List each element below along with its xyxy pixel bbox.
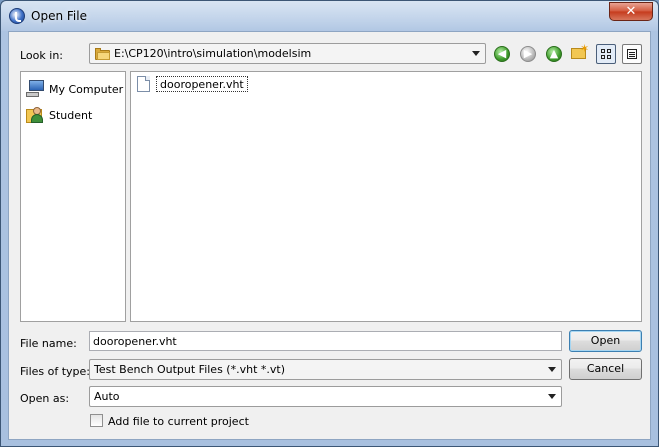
- back-button[interactable]: ◀: [493, 45, 511, 63]
- add-to-project-checkbox[interactable]: [90, 414, 103, 427]
- file-icon: [137, 76, 150, 92]
- list-view-icon: [601, 49, 611, 59]
- sidebar-item-label: Student: [49, 109, 93, 122]
- open-file-dialog: Open File ✕ Look in: E:\CP120\intro\simu…: [0, 0, 659, 447]
- open-as-combo[interactable]: Auto: [89, 386, 562, 407]
- list-view-button[interactable]: [596, 44, 616, 64]
- look-in-label: Look in:: [20, 49, 63, 62]
- detail-view-icon: [627, 49, 637, 59]
- back-icon: ◀: [497, 47, 507, 60]
- file-name: dooropener.vht: [156, 76, 248, 92]
- title-bar[interactable]: Open File ✕: [1, 1, 658, 31]
- up-folder-icon: ▲: [549, 47, 559, 60]
- chevron-down-icon: [548, 394, 556, 399]
- look-in-combo[interactable]: E:\CP120\intro\simulation\modelsim: [89, 43, 486, 64]
- open-button[interactable]: Open: [569, 330, 642, 352]
- computer-icon: [26, 79, 46, 99]
- new-folder-star-icon: ✶: [580, 42, 590, 55]
- file-name-field[interactable]: [89, 331, 562, 351]
- close-button[interactable]: ✕: [609, 2, 653, 21]
- places-sidebar[interactable]: My Computer Student: [20, 71, 126, 322]
- files-of-type-value: Test Bench Output Files (*.vht *.vt): [94, 363, 285, 376]
- sidebar-item-my-computer[interactable]: My Computer: [22, 79, 124, 101]
- sidebar-item-student[interactable]: Student: [22, 105, 124, 127]
- open-as-value: Auto: [94, 390, 120, 403]
- sidebar-item-label: My Computer: [49, 83, 124, 96]
- close-icon: ✕: [625, 4, 637, 19]
- user-folder-icon: [26, 105, 46, 125]
- forward-icon: ▶: [523, 47, 533, 60]
- window-title: Open File: [31, 9, 87, 23]
- app-icon: [9, 8, 25, 24]
- file-name-input[interactable]: [93, 334, 558, 349]
- files-of-type-label: Files of type:: [20, 365, 91, 378]
- add-to-project-label[interactable]: Add file to current project: [108, 415, 249, 428]
- cancel-button[interactable]: Cancel: [569, 358, 642, 380]
- new-folder-button[interactable]: ✶: [571, 42, 590, 62]
- folder-icon: [95, 48, 110, 60]
- files-of-type-combo[interactable]: Test Bench Output Files (*.vht *.vt): [89, 359, 562, 380]
- dialog-body: Look in: E:\CP120\intro\simulation\model…: [8, 31, 651, 440]
- open-as-label: Open as:: [20, 392, 70, 405]
- chevron-down-icon: [548, 367, 556, 372]
- look-in-path: E:\CP120\intro\simulation\modelsim: [114, 47, 312, 60]
- chevron-down-icon: [472, 51, 480, 56]
- up-folder-button[interactable]: ▲: [545, 45, 563, 63]
- file-list[interactable]: dooropener.vht: [130, 71, 642, 322]
- file-name-label: File name:: [20, 337, 77, 350]
- forward-button[interactable]: ▶: [519, 45, 537, 63]
- detail-view-button[interactable]: [622, 44, 642, 64]
